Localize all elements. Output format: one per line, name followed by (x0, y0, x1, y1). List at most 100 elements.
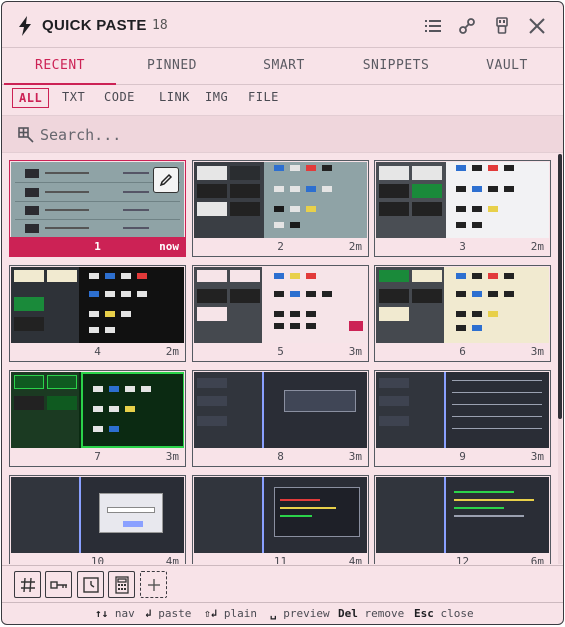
clip-time: 2m (530, 240, 544, 253)
clip-time: 4m (348, 555, 362, 564)
key-icon (50, 581, 67, 589)
clip-footer: 5 3m (193, 342, 368, 361)
clip-time: now (159, 240, 179, 253)
clip-thumbnail (376, 162, 549, 238)
hint-plain: ⇧↲ plain (204, 607, 257, 620)
clip-grid: 1 now 2 2m 3 2m 4 2m 5 3m 6 3m 7 3m 8 3m… (2, 154, 563, 564)
usb-icon[interactable] (492, 16, 512, 36)
clip-footer: 3 2m (375, 237, 550, 256)
scrollbar[interactable] (558, 154, 562, 564)
filter-all[interactable]: ALL (12, 88, 50, 108)
clip-time: 3m (348, 345, 362, 358)
app-title: QUICK PASTE (42, 17, 147, 34)
clip-time: 3m (530, 450, 544, 463)
filter-file[interactable]: FILE (242, 88, 285, 108)
clip-number: 2 (277, 240, 284, 253)
clip-number: 10 (90, 555, 105, 564)
filter-img[interactable]: IMG (199, 88, 234, 108)
clip-item[interactable]: 7 3m (9, 370, 186, 467)
clip-item[interactable]: 4 2m (9, 265, 186, 362)
clip-footer: 8 3m (193, 447, 368, 466)
clip-thumbnail (376, 477, 549, 553)
tab-snippets[interactable]: SNIPPETS (340, 49, 452, 85)
clip-number: 11 (273, 555, 288, 564)
hint-close: Esc close (414, 607, 474, 620)
clip-thumbnail (11, 477, 184, 553)
close-icon[interactable] (527, 16, 547, 36)
item-count: 18 (152, 18, 168, 33)
scrollbar-thumb[interactable] (558, 154, 562, 419)
clip-footer: 7 3m (10, 447, 185, 466)
search-bar (2, 115, 563, 153)
clip-time: 3m (530, 345, 544, 358)
clip-item[interactable]: 2 2m (192, 160, 369, 257)
filter-bar: ALL TXT CODE LINK IMG FILE (2, 86, 563, 114)
tab-smart[interactable]: SMART (228, 49, 340, 85)
title-bar: QUICK PASTE 18 (2, 2, 563, 48)
clip-footer: 4 2m (10, 342, 185, 361)
clip-time: 4m (165, 555, 179, 564)
keyboard-hints: ↑↓ nav ↲ paste ⇧↲ plain ␣ preview Del re… (2, 602, 563, 624)
clip-item[interactable]: 10 4m (9, 475, 186, 564)
clip-number: 3 (459, 240, 466, 253)
clip-item[interactable]: 11 4m (192, 475, 369, 564)
clip-footer: 12 6m (375, 552, 550, 564)
clip-footer: 11 4m (193, 552, 368, 564)
clip-item[interactable]: 1 now (9, 160, 186, 257)
history-button[interactable] (77, 571, 104, 598)
bolt-icon (19, 16, 31, 36)
clip-thumbnail (194, 267, 367, 343)
tab-pinned[interactable]: PINNED (116, 49, 228, 85)
clip-number: 4 (94, 345, 101, 358)
tab-vault[interactable]: VAULT (452, 49, 562, 85)
hash-icon (21, 577, 35, 593)
tab-bar: RECENT PINNED SMART SNIPPETS VAULT (2, 49, 563, 85)
clock-icon (83, 577, 99, 593)
clip-number: 8 (277, 450, 284, 463)
plus-icon (148, 579, 160, 591)
clip-time: 3m (165, 450, 179, 463)
calculator-icon (115, 576, 129, 594)
edit-button[interactable] (153, 167, 179, 193)
clip-thumbnail (194, 477, 367, 553)
list-icon[interactable] (423, 16, 443, 36)
add-button[interactable] (140, 571, 167, 598)
clip-footer: 6 3m (375, 342, 550, 361)
clip-item[interactable]: 9 3m (374, 370, 551, 467)
tab-recent[interactable]: RECENT (4, 49, 116, 85)
clip-item[interactable]: 3 2m (374, 160, 551, 257)
clip-thumbnail (11, 372, 184, 448)
clip-time: 3m (348, 450, 362, 463)
clip-thumbnail (194, 372, 367, 448)
quick-paste-window: QUICK PASTE 18 RECENT PINNED SMART SNIPP… (1, 1, 564, 625)
clip-footer: 2 2m (193, 237, 368, 256)
clip-item[interactable]: 12 6m (374, 475, 551, 564)
hint-remove: Del remove (338, 607, 405, 620)
search-input[interactable] (40, 122, 520, 148)
clip-number: 12 (455, 555, 470, 564)
hint-paste: ↲ paste (145, 607, 192, 620)
clip-thumbnail (376, 372, 549, 448)
clip-footer: 10 4m (10, 552, 185, 564)
pencil-icon (159, 173, 173, 187)
clip-number: 9 (459, 450, 466, 463)
clip-time: 6m (530, 555, 544, 564)
link-icon[interactable] (457, 16, 477, 36)
clip-footer: 1 now (10, 237, 185, 256)
search-icon (18, 127, 34, 143)
filter-txt[interactable]: TXT (56, 88, 91, 108)
clip-item[interactable]: 6 3m (374, 265, 551, 362)
clip-number: 6 (459, 345, 466, 358)
clip-item[interactable]: 5 3m (192, 265, 369, 362)
clip-thumbnail (376, 267, 549, 343)
hint-preview: ␣ preview (270, 607, 330, 620)
filter-link[interactable]: LINK (153, 88, 196, 108)
key-button[interactable] (45, 571, 72, 598)
clip-time: 2m (165, 345, 179, 358)
clip-number: 5 (277, 345, 284, 358)
calculator-button[interactable] (108, 571, 135, 598)
filter-code[interactable]: CODE (98, 88, 141, 108)
clip-time: 2m (348, 240, 362, 253)
clip-item[interactable]: 8 3m (192, 370, 369, 467)
hash-button[interactable] (14, 571, 41, 598)
